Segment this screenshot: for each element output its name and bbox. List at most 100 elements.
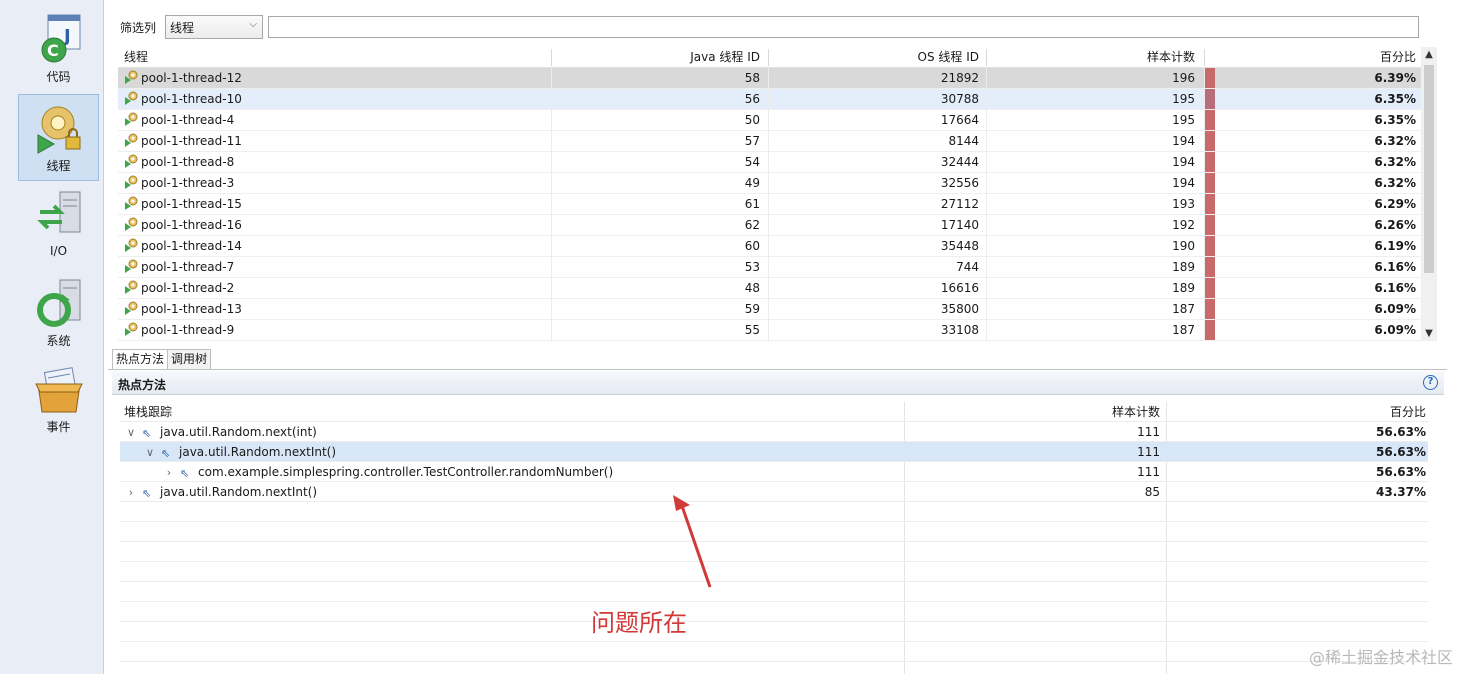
sample-count: 111 xyxy=(1137,445,1160,459)
table-row[interactable]: pool-1-thread-4 50 17664 195 6.35% xyxy=(118,110,1436,131)
sidebar-item-label: 代码 xyxy=(46,70,71,84)
tree-row[interactable]: ∨ ⇖ java.util.Random.nextInt() 111 56.63% xyxy=(120,442,1428,462)
column-header-thread[interactable]: 线程 xyxy=(124,47,550,68)
percent-bar xyxy=(1205,152,1215,173)
scroll-down-icon[interactable]: ▼ xyxy=(1421,328,1437,339)
column-header-sample-count[interactable]: 样本计数 xyxy=(987,47,1201,68)
method-name: java.util.Random.nextInt() xyxy=(179,445,337,459)
percent-bar xyxy=(1205,68,1215,89)
sample-count: 190 xyxy=(1172,239,1195,253)
help-icon[interactable]: ? xyxy=(1423,375,1438,390)
table-row[interactable]: pool-1-thread-2 48 16616 189 6.16% xyxy=(118,278,1436,299)
hot-methods-table: 堆栈跟踪 样本计数 百分比 ∨ ⇖ java.util.Random.next(in… xyxy=(120,402,1428,674)
thread-icon xyxy=(124,154,138,168)
table-row[interactable]: pool-1-thread-14 60 35448 190 6.19% xyxy=(118,236,1436,257)
thread-name-cell: pool-1-thread-3 xyxy=(124,173,550,194)
java-thread-id: 49 xyxy=(744,176,760,190)
os-thread-id: 744 xyxy=(956,260,979,274)
sample-count: 111 xyxy=(1137,465,1160,479)
table-row[interactable]: pool-1-thread-12 58 21892 196 6.39% xyxy=(118,68,1436,89)
column-header-stack-trace[interactable]: 堆栈跟踪 xyxy=(124,402,904,422)
thread-name-cell: pool-1-thread-7 xyxy=(124,257,550,278)
filter-input[interactable] xyxy=(268,16,1419,38)
java-thread-id: 55 xyxy=(744,323,760,337)
percent-value: 56.63% xyxy=(1376,425,1426,439)
sidebar-item-label: 系统 xyxy=(46,334,71,348)
sidebar-item-events[interactable]: 事件 xyxy=(18,362,99,442)
empty-row xyxy=(120,542,1428,562)
sample-count: 194 xyxy=(1172,134,1195,148)
tree-row[interactable]: ∨ ⇖ java.util.Random.next(int) 111 56.63% xyxy=(120,422,1428,442)
column-header-java-id[interactable]: Java 线程 ID xyxy=(552,47,766,68)
thread-name-cell: pool-1-thread-2 xyxy=(124,278,550,299)
column-header-os-id[interactable]: OS 线程 ID xyxy=(769,47,985,68)
java-thread-id: 50 xyxy=(744,113,760,127)
thread-name-cell: pool-1-thread-11 xyxy=(124,131,550,152)
percent-bar-fill xyxy=(1205,236,1215,256)
empty-row xyxy=(120,562,1428,582)
thread-name: pool-1-thread-15 xyxy=(141,197,242,211)
events-icon xyxy=(32,362,86,416)
percent-bar-fill xyxy=(1205,110,1215,130)
chevron-right-icon[interactable]: › xyxy=(162,463,176,483)
table-row[interactable]: pool-1-thread-9 55 33108 187 6.09% xyxy=(118,320,1436,341)
table-row[interactable]: pool-1-thread-8 54 32444 194 6.32% xyxy=(118,152,1436,173)
percent-bar-fill xyxy=(1205,152,1215,172)
hot-methods-header: 热点方法 ? xyxy=(112,371,1444,395)
thread-name: pool-1-thread-13 xyxy=(141,302,242,316)
scroll-up-icon[interactable]: ▲ xyxy=(1421,49,1437,60)
empty-row xyxy=(120,642,1428,662)
sidebar-item-system[interactable]: 系统 xyxy=(18,276,99,356)
thread-name: pool-1-thread-16 xyxy=(141,218,242,232)
thread-icon xyxy=(124,70,138,84)
java-thread-id: 58 xyxy=(744,71,760,85)
percent-bar-fill xyxy=(1205,89,1215,109)
thread-icon xyxy=(124,259,138,273)
filter-column-select[interactable]: 线程 ⌵ xyxy=(165,15,263,39)
sample-count: 196 xyxy=(1172,71,1195,85)
chevron-right-icon[interactable]: › xyxy=(124,483,138,503)
column-header-sample-count[interactable]: 样本计数 xyxy=(906,402,1166,422)
os-thread-id: 17140 xyxy=(940,218,979,232)
sidebar-item-threads[interactable]: 线程 xyxy=(18,94,99,181)
chevron-down-icon[interactable]: ∨ xyxy=(143,443,157,463)
tree-row[interactable]: › ⇖ java.util.Random.nextInt() 85 43.37% xyxy=(120,482,1428,502)
os-thread-id: 16616 xyxy=(940,281,979,295)
sidebar-item-io[interactable]: I/O xyxy=(18,188,99,268)
table-row[interactable]: pool-1-thread-13 59 35800 187 6.09% xyxy=(118,299,1436,320)
tree-row[interactable]: › ⇖ com.example.simplespring.controller.Te… xyxy=(120,462,1428,482)
os-thread-id: 8144 xyxy=(948,134,979,148)
sidebar-item-code[interactable]: J C 代码 xyxy=(18,12,99,92)
os-thread-id: 32556 xyxy=(940,176,979,190)
percent-value: 6.19% xyxy=(1374,239,1416,253)
main-panel: 筛选列 线程 ⌵ 线程 Java 线程 ID OS 线程 ID 样本计数 百分比… xyxy=(108,0,1455,674)
percent-bar-fill xyxy=(1205,257,1215,277)
watermark: @稀土掘金技术社区 xyxy=(1308,648,1453,667)
table-row[interactable]: pool-1-thread-3 49 32556 194 6.32% xyxy=(118,173,1436,194)
tab-call-tree[interactable]: 调用树 xyxy=(167,349,212,369)
percent-bar xyxy=(1205,194,1215,215)
percent-bar-fill xyxy=(1205,68,1215,88)
sample-count: 193 xyxy=(1172,197,1195,211)
thread-name: pool-1-thread-12 xyxy=(141,71,242,85)
tab-hot-methods[interactable]: 热点方法 xyxy=(112,349,169,369)
scrollbar-thumb[interactable] xyxy=(1424,65,1434,273)
method-icon: ⇖ xyxy=(180,467,190,480)
table-row[interactable]: pool-1-thread-16 62 17140 192 6.26% xyxy=(118,215,1436,236)
stack-trace-cell: › ⇖ com.example.simplespring.controller.Te… xyxy=(124,462,904,482)
table-row[interactable]: pool-1-thread-10 56 30788 195 6.35% xyxy=(118,89,1436,110)
table-row[interactable]: pool-1-thread-11 57 8144 194 6.32% xyxy=(118,131,1436,152)
percent-bar xyxy=(1205,257,1215,278)
table-row[interactable]: pool-1-thread-15 61 27112 193 6.29% xyxy=(118,194,1436,215)
thread-table: 线程 Java 线程 ID OS 线程 ID 样本计数 百分比 pool-1-t… xyxy=(118,47,1436,341)
thread-icon xyxy=(124,133,138,147)
thread-table-header: 线程 Java 线程 ID OS 线程 ID 样本计数 百分比 xyxy=(118,47,1436,68)
table-row[interactable]: pool-1-thread-7 53 744 189 6.16% xyxy=(118,257,1436,278)
chevron-down-icon[interactable]: ∨ xyxy=(124,423,138,443)
os-thread-id: 17664 xyxy=(940,113,979,127)
column-header-percent[interactable]: 百分比 xyxy=(1215,47,1422,68)
percent-bar xyxy=(1205,278,1215,299)
column-header-percent[interactable]: 百分比 xyxy=(1168,402,1428,422)
thread-table-scrollbar[interactable]: ▲ ▼ xyxy=(1421,47,1437,341)
sample-count: 111 xyxy=(1137,425,1160,439)
